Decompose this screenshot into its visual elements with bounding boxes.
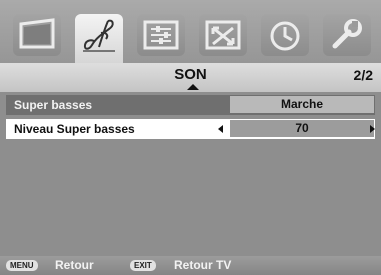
row-label: Super basses	[14, 98, 93, 112]
menu-tab-bar	[0, 0, 381, 63]
row-value[interactable]: 70	[230, 120, 374, 137]
settings-sliders-icon	[143, 20, 179, 50]
menu-title: SON	[174, 66, 207, 83]
tab-timer[interactable]	[261, 14, 309, 56]
tab-picture[interactable]	[13, 14, 61, 56]
tab-connections[interactable]	[199, 14, 247, 56]
tab-adjust[interactable]	[137, 14, 185, 56]
sound-note-icon	[83, 19, 115, 52]
tab-setup[interactable]	[323, 14, 371, 56]
title-up-arrow-icon	[187, 84, 199, 90]
timer-clock-icon	[270, 21, 300, 51]
decrease-arrow-icon[interactable]	[218, 125, 223, 133]
menu-key-label: Retour	[55, 258, 94, 272]
menu-row-niveau-super-basses[interactable]: Niveau Super basses 70	[6, 119, 375, 139]
menu-key-badge[interactable]: MENU	[6, 260, 38, 271]
menu-row-super-basses[interactable]: Super basses Marche	[6, 95, 375, 115]
exit-key-label: Retour TV	[174, 258, 232, 272]
row-value[interactable]: Marche	[230, 96, 374, 113]
tv-menu-screen: SON 2/2 Super basses Marche Niveau Super…	[0, 0, 381, 275]
increase-arrow-icon[interactable]	[370, 125, 375, 133]
row-label: Niveau Super basses	[14, 122, 135, 136]
setup-wrench-icon	[332, 19, 362, 49]
exit-key-badge[interactable]: EXIT	[130, 260, 156, 271]
menu-title-bar: SON 2/2	[0, 63, 381, 92]
page-indicator: 2/2	[353, 67, 373, 83]
connections-arrows-icon	[205, 20, 241, 50]
footer-bar: MENU Retour EXIT Retour TV	[0, 256, 381, 275]
tab-sound[interactable]	[75, 14, 123, 63]
menu-content: Super basses Marche Niveau Super basses …	[0, 92, 381, 256]
picture-icon	[19, 18, 55, 49]
